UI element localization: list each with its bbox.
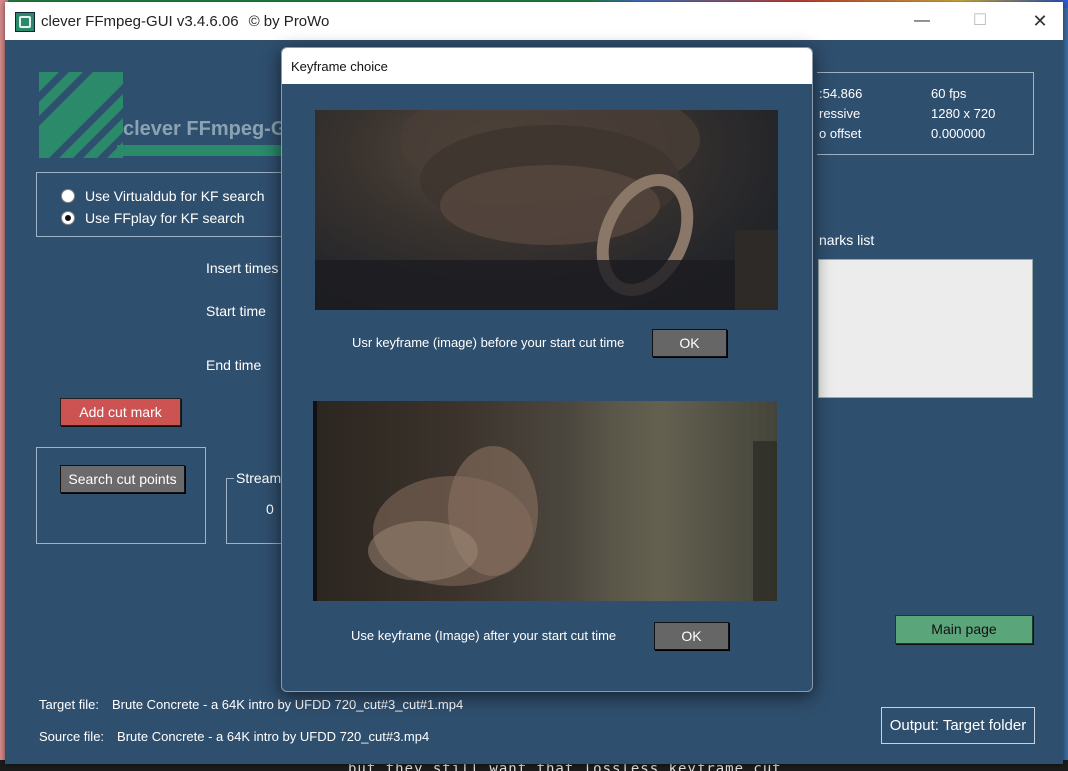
duration-value: :54.866 xyxy=(819,86,863,101)
keyframe-after-label: Use keyframe (Image) after your start cu… xyxy=(351,628,617,643)
title-bar: clever FFmpeg-GUI v3.4.6.06 © by ProWo — … xyxy=(5,2,1063,40)
minimize-icon[interactable]: — xyxy=(900,6,944,36)
ffmpeg-logo-icon xyxy=(39,72,123,158)
logo-underline xyxy=(117,145,281,156)
keyframe-choice-dialog: Keyframe choice Usr keyframe (image) bef… xyxy=(281,47,813,692)
output-target-folder-button[interactable]: Output: Target folder xyxy=(881,707,1035,744)
target-file-name: Brute Concrete - a 64K intro by UFDD 720… xyxy=(111,697,464,712)
start-time-label: Start time xyxy=(206,303,266,319)
radio-ffplay[interactable]: Use FFplay for KF search xyxy=(61,209,245,227)
maximize-icon[interactable]: ☐ xyxy=(958,6,1002,36)
window-title: clever FFmpeg-GUI v3.4.6.06 © by ProWo xyxy=(41,13,329,30)
keyframe-before-ok-button[interactable]: OK xyxy=(652,329,727,357)
radio-button-selected[interactable] xyxy=(61,211,75,225)
scan-type-value: ressive xyxy=(819,106,861,121)
keyframe-before-image[interactable] xyxy=(315,110,778,310)
main-page-button[interactable]: Main page xyxy=(895,615,1033,644)
search-cut-points-group xyxy=(36,447,206,544)
source-file-label: Source file: xyxy=(39,729,105,744)
offset-label: o offset xyxy=(819,126,862,141)
stream-label: Stream xyxy=(234,470,284,486)
add-cut-mark-button[interactable]: Add cut mark xyxy=(60,398,181,426)
stream-value: 0 xyxy=(266,501,274,517)
fps-value: 60 fps xyxy=(931,86,967,101)
insert-times-label: Insert times ( xyxy=(206,260,281,276)
app-icon xyxy=(15,12,35,32)
offset-value: 0.000000 xyxy=(931,126,986,141)
radio-virtualdub-label: Use Virtualdub for KF search xyxy=(85,188,265,204)
window-copyright: © by ProWo xyxy=(248,13,330,30)
radio-button[interactable] xyxy=(61,189,75,203)
radio-virtualdub[interactable]: Use Virtualdub for KF search xyxy=(61,187,265,205)
target-file-row: Target file: Brute Concrete - a 64K intro… xyxy=(39,697,463,712)
close-icon[interactable]: ✕ xyxy=(1018,6,1062,36)
end-time-label: End time xyxy=(206,357,262,373)
keyframe-after-ok-button[interactable]: OK xyxy=(654,622,729,650)
source-file-row: Source file: Brute Concrete - a 64K intro… xyxy=(39,729,429,744)
keyframe-before-label: Usr keyframe (image) before your start c… xyxy=(352,335,625,350)
logo-text: clever FFmpeg-G xyxy=(123,118,281,140)
source-file-name: Brute Concrete - a 64K intro by UFDD 720… xyxy=(117,729,430,744)
keyframe-search-group: Use Virtualdub for KF search Use FFplay … xyxy=(36,172,281,237)
cutmarks-list[interactable] xyxy=(818,259,1033,398)
dialog-title-bar: Keyframe choice xyxy=(282,48,812,84)
cutmarks-list-label: narks list xyxy=(819,232,875,248)
keyframe-after-image[interactable] xyxy=(313,401,777,601)
resolution-value: 1280 x 720 xyxy=(931,106,996,121)
target-file-label: Target file: xyxy=(39,697,99,712)
search-cut-points-button[interactable]: Search cut points xyxy=(60,465,185,493)
dialog-title: Keyframe choice xyxy=(291,59,388,74)
window-title-label: clever FFmpeg-GUI v3.4.6.06 xyxy=(41,13,239,30)
radio-ffplay-label: Use FFplay for KF search xyxy=(85,210,245,226)
